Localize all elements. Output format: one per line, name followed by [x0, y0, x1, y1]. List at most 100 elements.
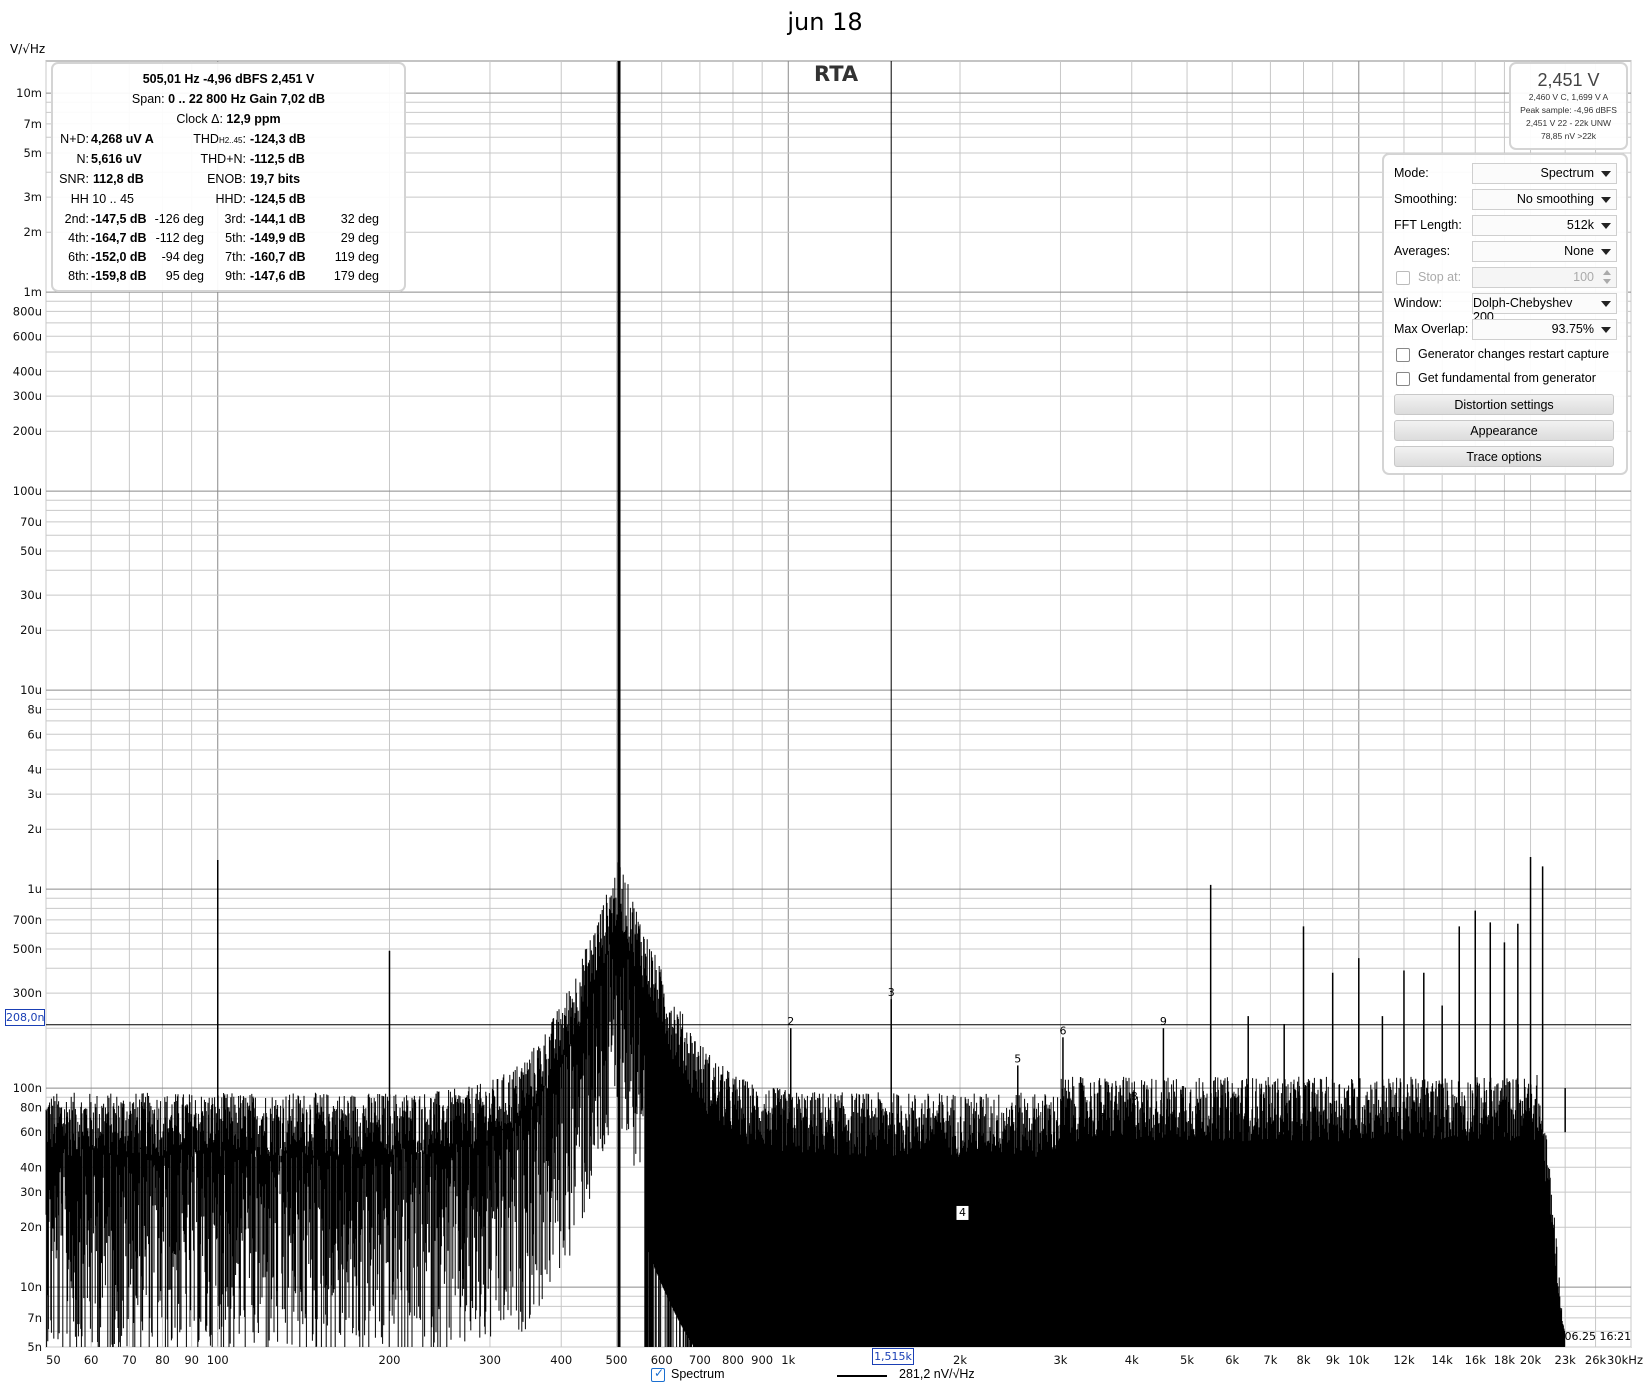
y-tick-label: 6u [27, 727, 42, 741]
y-tick-label: 2u [27, 822, 42, 836]
y-tick-label: 20n [20, 1220, 42, 1234]
chevron-down-icon [1601, 301, 1611, 307]
hhd-value: -124,5 dB [250, 192, 306, 206]
x-tick-label: 4k [1125, 1353, 1139, 1367]
y-tick-label: 10u [20, 683, 42, 697]
y-tick-label: 100u [13, 484, 42, 498]
gen-restart-checkbox[interactable] [1396, 348, 1410, 362]
harmonic-label: 6 [1059, 1024, 1066, 1037]
level-line4: 78,85 nV >22k [1540, 131, 1597, 141]
harmonic-phase: -94 deg [161, 250, 204, 264]
harmonic-phase: -126 deg [154, 212, 204, 226]
harmonic-label: 2nd: [64, 212, 89, 226]
x-tick-label: 23k [1555, 1353, 1577, 1367]
harmonic-value: -147,6 dB [250, 269, 306, 283]
chevron-down-icon [1601, 223, 1611, 229]
thd-label: THDH2..45: [193, 132, 246, 146]
appearance-button[interactable]: Appearance [1394, 420, 1614, 441]
harmonic-label: 7 [1098, 1111, 1105, 1124]
mode-row: Mode: Spectrum [1394, 163, 1619, 185]
x-tick-label: 60 [84, 1353, 99, 1367]
y-tick-label: 60n [20, 1125, 42, 1139]
smoothing-label: Smoothing: [1394, 192, 1458, 206]
x-tick-label: 26k [1585, 1353, 1607, 1367]
x-tick-label: 8k [1297, 1353, 1311, 1367]
y-axis-ticks: 5n 7n 10n 20n 30n 40n 60n 80n 100n 300n 500n 700n 1u… [13, 86, 42, 1354]
averages-select[interactable]: None [1472, 241, 1617, 262]
gen-fund-label: Get fundamental from generator [1418, 371, 1596, 385]
checkmark-icon: ✓ [654, 1366, 665, 1380]
y-tick-label: 10m [16, 86, 42, 100]
overlap-label: Max Overlap: [1394, 322, 1469, 336]
harmonic-label: 8 [1131, 1090, 1138, 1103]
trace-options-button[interactable]: Trace options [1394, 446, 1614, 467]
harmonic-label: 7th: [225, 250, 246, 264]
distortion-settings-button[interactable]: Distortion settings [1394, 394, 1614, 415]
x-tick-label: 14k [1432, 1353, 1454, 1367]
x-tick-label: 800 [722, 1353, 744, 1367]
cursor-x-readout[interactable]: 1,515k [872, 1348, 914, 1365]
gen-restart-row: Generator changes restart capture [1394, 344, 1624, 366]
harmonic-phase: 119 deg [334, 250, 379, 264]
harmonic-row: 4th: -164,7 dB -112 deg 5th: -149,9 dB 29 deg [53, 228, 404, 248]
smoothing-row: Smoothing: No smoothing [1394, 189, 1619, 211]
averages-row: Averages: None [1394, 241, 1619, 263]
window-label: Window: [1394, 296, 1442, 310]
harmonic-value: -164,7 dB [91, 231, 147, 245]
fft-length-select[interactable]: 512k [1472, 215, 1617, 236]
cursor-y-readout[interactable]: 208,0n [5, 1009, 45, 1026]
x-tick-label: 20k [1520, 1353, 1542, 1367]
rta-watermark: RTA [814, 62, 859, 86]
span-value: 0 .. 22 800 Hz Gain 7,02 dB [168, 92, 326, 106]
x-tick-label: 18k [1494, 1353, 1516, 1367]
x-tick-label: 900 [751, 1353, 773, 1367]
stats-panel: 505,01 Hz -4,96 dBFS 2,451 V Span: 0 .. … [51, 62, 406, 292]
mode-select[interactable]: Spectrum [1472, 163, 1617, 184]
hh-label: HH 10 .. 45 [70, 192, 134, 206]
stop-row: Stop at: 100 [1394, 267, 1619, 289]
smoothing-select[interactable]: No smoothing [1472, 189, 1617, 210]
timestamp: 18.06.25 16:21 [1547, 1330, 1632, 1343]
y-tick-label: 300n [13, 986, 42, 1000]
y-tick-label: 50u [20, 544, 42, 558]
harmonic-row: 2nd: -147,5 dB -126 deg 3rd: -144,1 dB 32 deg [53, 209, 404, 229]
x-tick-label: 400 [550, 1353, 572, 1367]
legend-checkbox[interactable]: ✓ [651, 1366, 665, 1382]
x-tick-label: 12k [1393, 1353, 1415, 1367]
overlap-select[interactable]: 93.75% [1472, 319, 1617, 340]
x-tick-label: 9k [1326, 1353, 1340, 1367]
thd-value: -124,3 dB [250, 132, 306, 146]
y-tick-label: 3u [27, 787, 42, 801]
y-tick-label: 500n [13, 942, 42, 956]
y-tick-label: 40n [20, 1160, 42, 1174]
y-tick-label: 80n [20, 1100, 42, 1114]
x-tick-label: 300 [479, 1353, 501, 1367]
level-panel: 2,451 V 2,460 V C, 1,699 V A Peak sample… [1509, 62, 1628, 150]
window-select[interactable]: Dolph-Chebyshev 200 [1472, 293, 1617, 324]
hhd-label: HHD: [215, 192, 246, 206]
harmonic-value: -147,5 dB [91, 212, 147, 226]
y-tick-label: 5n [27, 1340, 42, 1354]
harmonic-value: -159,8 dB [91, 269, 147, 283]
legend-series-name: Spectrum [671, 1367, 725, 1381]
y-tick-label: 1u [27, 882, 42, 896]
overlap-row: Max Overlap: 93.75% [1394, 319, 1619, 341]
stats-row-hh: HH 10 .. 45 HHD: -124,5 dB [53, 189, 404, 209]
y-tick-label: 30u [20, 588, 42, 602]
harmonic-label: 9th: [225, 269, 246, 283]
y-tick-label: 100n [13, 1081, 42, 1095]
harmonic-value: -149,9 dB [250, 231, 306, 245]
y-tick-label: 2m [23, 225, 42, 239]
chevron-down-icon [1601, 249, 1611, 255]
y-tick-label: 70u [20, 515, 42, 529]
averages-label: Averages: [1394, 244, 1451, 258]
legend-value: 281,2 nV/√Hz [899, 1367, 975, 1381]
gen-fund-checkbox[interactable] [1396, 372, 1410, 386]
chevron-down-icon [1601, 197, 1611, 203]
enob-value: 19,7 bits [250, 172, 301, 186]
gen-restart-label: Generator changes restart capture [1418, 347, 1610, 361]
stop-at-spinner[interactable]: 100 [1472, 267, 1617, 288]
x-tick-label: 50 [46, 1353, 61, 1367]
stop-at-checkbox[interactable] [1396, 271, 1410, 285]
x-tick-label: 6k [1225, 1353, 1239, 1367]
